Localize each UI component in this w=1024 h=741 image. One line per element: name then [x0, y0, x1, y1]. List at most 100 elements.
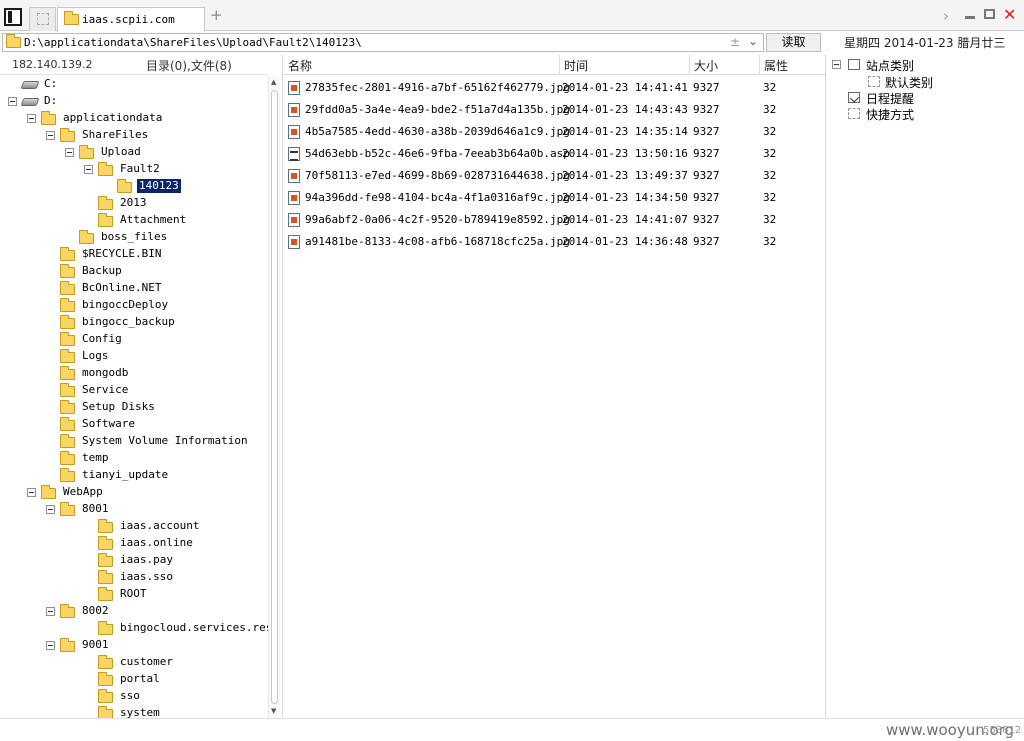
tree-item[interactable]: Fault2 [0, 161, 268, 178]
tree-item[interactable]: 8002 [0, 603, 268, 620]
tree-item[interactable]: System Volume Information [0, 433, 268, 450]
tree-item[interactable]: Backup [0, 263, 268, 280]
sidebar-toggle-icon[interactable] [4, 8, 22, 26]
file-row[interactable]: a91481be-8133-4c08-afb6-168718cfc25a.jpg… [283, 231, 825, 253]
file-name: a91481be-8133-4c08-afb6-168718cfc25a.jpg [305, 235, 570, 248]
tree-item-label: 站点类别 [866, 59, 915, 73]
blank-tab[interactable] [29, 7, 56, 31]
tree-item[interactable]: Attachment [0, 212, 268, 229]
collapse-icon[interactable] [27, 114, 36, 123]
tree-item[interactable]: Service [0, 382, 268, 399]
tree-item[interactable]: bingocloud.services.rest [0, 620, 268, 637]
read-button[interactable]: 读取 [766, 33, 821, 52]
tree-item[interactable]: 9001 [0, 637, 268, 654]
tree-item[interactable]: sso [0, 688, 268, 705]
image-file-icon [288, 191, 300, 205]
column-divider[interactable] [759, 55, 760, 75]
category-icon [848, 59, 860, 70]
tree-item[interactable]: 8001 [0, 501, 268, 518]
collapse-icon[interactable] [65, 148, 74, 157]
collapse-icon[interactable] [46, 641, 55, 650]
tree-item[interactable]: C: [0, 76, 268, 93]
tree-item[interactable]: Setup Disks [0, 399, 268, 416]
collapse-icon[interactable] [27, 488, 36, 497]
scroll-up-icon[interactable]: ▲ [271, 78, 276, 86]
tree-item[interactable]: bingoccDeploy [0, 297, 268, 314]
tree-item[interactable]: applicationdata [0, 110, 268, 127]
tree-item[interactable]: customer [0, 654, 268, 671]
tab-active[interactable]: iaas.scpii.com [57, 7, 205, 32]
forward-icon[interactable]: › [943, 7, 949, 25]
tree-item[interactable]: mongodb [0, 365, 268, 382]
column-divider[interactable] [689, 55, 690, 75]
restore-icon[interactable] [984, 9, 995, 19]
folder-icon [60, 315, 75, 329]
column-divider[interactable] [559, 55, 560, 75]
tree-item[interactable]: iaas.pay [0, 552, 268, 569]
tree-item[interactable]: portal [0, 671, 268, 688]
tree-item[interactable]: bingocc_backup [0, 314, 268, 331]
add-tab-button[interactable]: + [210, 8, 223, 23]
tree-item[interactable]: system [0, 705, 268, 718]
tree-item[interactable]: $RECYCLE.BIN [0, 246, 268, 263]
scroll-thumb[interactable] [271, 90, 278, 704]
tree-item[interactable]: temp [0, 450, 268, 467]
file-row[interactable]: 70f58113-e7ed-4699-8b69-028731644638.jpg… [283, 165, 825, 187]
tree-item-default-category[interactable]: 默认类别 [826, 74, 1024, 91]
collapse-icon[interactable] [84, 165, 93, 174]
file-name: 94a396dd-fe98-4104-bc4a-4f1a0316af9c.jpg [305, 191, 570, 204]
tree-scrollbar[interactable]: ▲ ▼ [268, 76, 280, 718]
tree-item[interactable]: Upload [0, 144, 268, 161]
address-input[interactable]: D:\applicationdata\ShareFiles\Upload\Fau… [2, 33, 764, 52]
tree-item[interactable]: Config [0, 331, 268, 348]
ip-address: 182.140.139.2 [12, 58, 93, 71]
date-display: 星期四 2014-01-23 腊月廿三 [844, 36, 1006, 50]
tree-item-label: 8002 [82, 604, 109, 617]
plus-minus-icon[interactable]: ± [730, 35, 740, 49]
tree-item[interactable]: iaas.online [0, 535, 268, 552]
shortcut-icon [848, 108, 860, 119]
tree-item-schedule-reminder[interactable]: 日程提醒 [826, 90, 1024, 107]
tree-item[interactable]: iaas.account [0, 518, 268, 535]
tree-item-label: boss_files [101, 230, 168, 243]
file-row[interactable]: 27835fec-2801-4916-a7bf-65162f462779.jpg… [283, 77, 825, 99]
tree-item-label: 快捷方式 [866, 108, 915, 122]
chevron-down-icon[interactable]: ⌄ [748, 34, 758, 48]
column-header-attr[interactable]: 属性 [764, 57, 788, 75]
minimize-icon[interactable] [965, 16, 975, 19]
tree-item[interactable]: ROOT [0, 586, 268, 603]
column-header-name[interactable]: 名称 [288, 57, 312, 75]
tree-item[interactable]: ShareFiles [0, 127, 268, 144]
file-name: 4b5a7585-4edd-4630-a38b-2039d646a1c9.jpg [305, 125, 570, 138]
column-header-time[interactable]: 时间 [564, 57, 588, 75]
file-row[interactable]: 94a396dd-fe98-4104-bc4a-4f1a0316af9c.jpg… [283, 187, 825, 209]
file-row[interactable]: 29fdd0a5-3a4e-4ea9-bde2-f51a7d4a135b.jpg… [283, 99, 825, 121]
tree-item[interactable]: tianyi_update [0, 467, 268, 484]
tree-item[interactable]: 140123 [0, 178, 268, 195]
tree-item[interactable]: boss_files [0, 229, 268, 246]
scroll-down-icon[interactable]: ▼ [271, 707, 276, 715]
tree-item-site-category[interactable]: 站点类别 [826, 57, 1024, 74]
collapse-icon[interactable] [46, 131, 55, 140]
tree-item[interactable]: D: [0, 93, 268, 110]
tree-item[interactable]: Logs [0, 348, 268, 365]
tree-item[interactable]: BcOnline.NET [0, 280, 268, 297]
collapse-icon[interactable] [832, 60, 841, 69]
tree-item-shortcuts[interactable]: 快捷方式 [826, 106, 1024, 123]
column-header-size[interactable]: 大小 [694, 57, 718, 75]
asp-file-icon [288, 147, 300, 161]
close-icon[interactable]: ✕ [1003, 5, 1016, 24]
file-row[interactable]: 99a6abf2-0a06-4c2f-9520-b789419e8592.jpg… [283, 209, 825, 231]
collapse-icon[interactable] [46, 607, 55, 616]
collapse-icon[interactable] [8, 97, 17, 106]
file-row[interactable]: 54d63ebb-b52c-46e6-9fba-7eeab3b64a0b.asp… [283, 143, 825, 165]
folder-icon [60, 400, 75, 414]
file-row[interactable]: 4b5a7585-4edd-4630-a38b-2039d646a1c9.jpg… [283, 121, 825, 143]
image-file-icon [288, 125, 300, 139]
tree-item[interactable]: 2013 [0, 195, 268, 212]
collapse-icon[interactable] [46, 505, 55, 514]
tree-item[interactable]: iaas.sso [0, 569, 268, 586]
tree-item[interactable]: WebApp [0, 484, 268, 501]
tree-item[interactable]: Software [0, 416, 268, 433]
tree-item-label: 默认类别 [885, 76, 934, 90]
